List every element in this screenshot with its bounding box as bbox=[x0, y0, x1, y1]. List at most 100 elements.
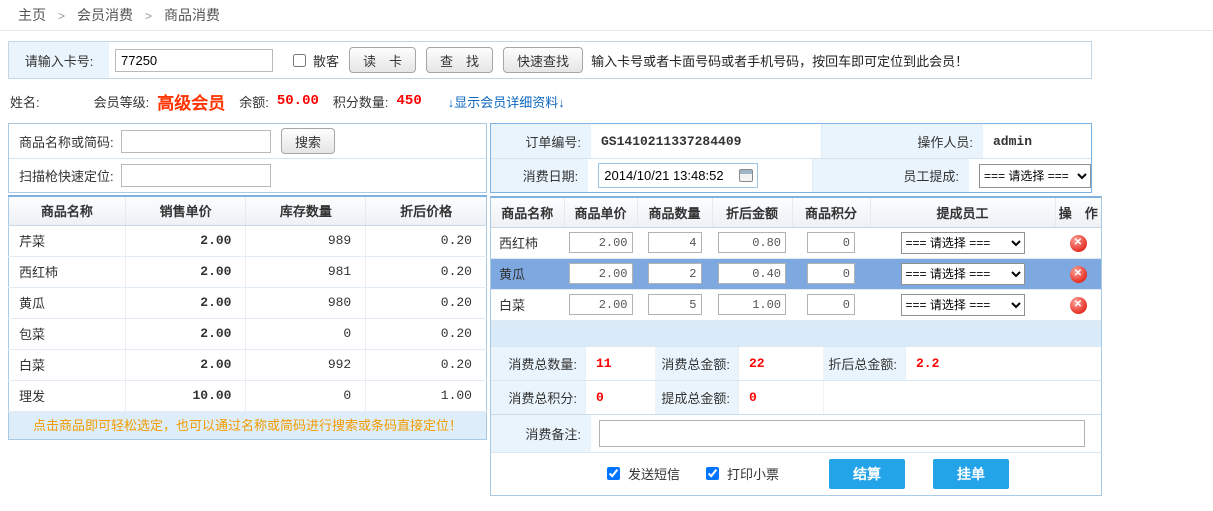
send-sms-checkbox[interactable] bbox=[607, 467, 620, 480]
product-table: 商品名称 销售单价 库存数量 折后价格 芹菜 2.00 989 0.20 西红柿… bbox=[8, 195, 487, 412]
breadcrumb-member-consume[interactable]: 会员消费 bbox=[77, 7, 133, 23]
operator-label: 操作人员: bbox=[821, 124, 983, 158]
item-points-input[interactable] bbox=[807, 263, 855, 284]
sale-price: 2.00 bbox=[125, 256, 246, 287]
col-product-name: 商品名称 bbox=[9, 196, 126, 225]
order-no-value: GS1410211337284409 bbox=[591, 134, 821, 149]
item-points-input[interactable] bbox=[807, 232, 855, 253]
product-row[interactable]: 理发 10.00 0 1.00 bbox=[9, 380, 487, 411]
points-label: 积分数量: bbox=[333, 92, 389, 111]
order-item-row-selected: 黄瓜 === 请选择 === ✕ bbox=[491, 258, 1101, 289]
calendar-icon[interactable] bbox=[739, 169, 753, 182]
points-value: 450 bbox=[397, 93, 422, 109]
send-sms-label: 发送短信 bbox=[628, 464, 680, 483]
breadcrumb-home[interactable]: 主页 bbox=[18, 7, 46, 23]
summary-row-2: 消费总积分: 0 提成总金额: 0 bbox=[491, 380, 1101, 414]
product-hint-note: 点击商品即可轻松选定，也可以通过名称或简码进行搜索或条码直接定位！ bbox=[8, 412, 487, 440]
discount-price: 0.20 bbox=[366, 349, 487, 380]
item-employee-select[interactable]: === 请选择 === bbox=[901, 263, 1025, 285]
consume-date-label: 消费日期: bbox=[491, 159, 588, 192]
delete-item-icon[interactable]: ✕ bbox=[1070, 297, 1087, 314]
breadcrumb-separator: > bbox=[58, 9, 65, 23]
sale-price: 2.00 bbox=[125, 287, 246, 318]
search-button[interactable]: 搜索 bbox=[281, 128, 335, 154]
barcode-scan-label: 扫描枪快速定位: bbox=[9, 166, 121, 185]
discount-price: 1.00 bbox=[366, 380, 487, 411]
item-employee-select[interactable]: === 请选择 === bbox=[901, 232, 1025, 254]
product-search-input[interactable] bbox=[121, 130, 271, 153]
product-row[interactable]: 包菜 2.00 0 0.20 bbox=[9, 318, 487, 349]
item-amount-input[interactable] bbox=[718, 294, 786, 315]
product-row[interactable]: 白菜 2.00 992 0.20 bbox=[9, 349, 487, 380]
print-receipt-checkbox[interactable] bbox=[706, 467, 719, 480]
member-level-value: 高级会员 bbox=[157, 89, 225, 114]
remark-row: 消费备注: bbox=[491, 414, 1101, 452]
total-qty-label: 消费总数量: bbox=[491, 347, 586, 380]
stock-qty: 0 bbox=[246, 318, 366, 349]
item-points-input[interactable] bbox=[807, 294, 855, 315]
stock-qty: 989 bbox=[246, 225, 366, 256]
delete-item-icon[interactable]: ✕ bbox=[1070, 266, 1087, 283]
employee-commission-select[interactable]: === 请选择 === bbox=[979, 164, 1091, 188]
guest-checkbox[interactable] bbox=[293, 54, 306, 67]
col-item-points: 商品积分 bbox=[792, 198, 870, 227]
col-item-name: 商品名称 bbox=[491, 198, 564, 227]
discount-price: 0.20 bbox=[366, 287, 487, 318]
product-name: 黄瓜 bbox=[9, 287, 126, 318]
commission-total-label: 提成总金额: bbox=[656, 381, 739, 414]
order-items-box: 商品名称 商品单价 商品数量 折后金额 商品积分 提成员工 操 作 西红柿 bbox=[490, 196, 1102, 496]
sale-price: 2.00 bbox=[125, 318, 246, 349]
remark-label: 消费备注: bbox=[491, 415, 591, 452]
sale-price: 10.00 bbox=[125, 380, 246, 411]
read-card-button[interactable]: 读 卡 bbox=[349, 47, 416, 73]
employee-commission-label: 员工提成: bbox=[812, 159, 969, 192]
sale-price: 2.00 bbox=[125, 225, 246, 256]
discount-price: 0.20 bbox=[366, 318, 487, 349]
item-amount-input[interactable] bbox=[718, 263, 786, 284]
breadcrumb: 主页>会员消费>商品消费 bbox=[0, 0, 1213, 31]
hold-order-button[interactable]: 挂单 bbox=[933, 459, 1009, 489]
find-button[interactable]: 查 找 bbox=[426, 47, 493, 73]
item-employee-select[interactable]: === 请选择 === bbox=[901, 294, 1025, 316]
item-qty-input[interactable] bbox=[648, 263, 702, 284]
item-qty-input[interactable] bbox=[648, 232, 702, 253]
order-items-header: 商品名称 商品单价 商品数量 折后金额 商品积分 提成员工 操 作 bbox=[491, 198, 1101, 227]
discount-total-label: 折后总金额: bbox=[824, 347, 906, 380]
remark-input[interactable] bbox=[599, 420, 1085, 447]
col-sale-price: 销售单价 bbox=[125, 196, 246, 225]
col-item-qty: 商品数量 bbox=[637, 198, 712, 227]
order-item-row: 西红柿 === 请选择 === ✕ bbox=[491, 227, 1101, 258]
show-member-detail-link[interactable]: ↓显示会员详细资料↓ bbox=[448, 92, 565, 111]
item-price-input[interactable] bbox=[569, 263, 633, 284]
card-number-label: 请输入卡号: bbox=[9, 42, 109, 78]
total-amount-value: 22 bbox=[739, 347, 824, 380]
item-price-input[interactable] bbox=[569, 294, 633, 315]
order-items-table: 商品名称 商品单价 商品数量 折后金额 商品积分 提成员工 操 作 西红柿 bbox=[491, 198, 1101, 321]
barcode-scan-input[interactable] bbox=[121, 164, 271, 187]
discount-price: 0.20 bbox=[366, 256, 487, 287]
product-row[interactable]: 芹菜 2.00 989 0.20 bbox=[9, 225, 487, 256]
delete-item-icon[interactable]: ✕ bbox=[1070, 235, 1087, 252]
consume-date-input[interactable] bbox=[598, 163, 758, 188]
card-search-hint: 输入卡号或者卡面号码或者手机号码，按回车即可定位到此会员！ bbox=[591, 51, 968, 70]
empty-items-area bbox=[491, 321, 1101, 346]
item-name: 西红柿 bbox=[491, 227, 564, 258]
col-discount-price: 折后价格 bbox=[366, 196, 487, 225]
card-number-input[interactable] bbox=[115, 49, 273, 72]
product-search-box: 商品名称或简码: 搜索 扫描枪快速定位: bbox=[8, 123, 487, 193]
item-amount-input[interactable] bbox=[718, 232, 786, 253]
settle-button[interactable]: 结算 bbox=[829, 459, 905, 489]
order-panel: 订单编号: GS1410211337284409 操作人员: admin 消费日… bbox=[490, 123, 1104, 496]
quick-find-button[interactable]: 快速查找 bbox=[503, 47, 583, 73]
item-price-input[interactable] bbox=[569, 232, 633, 253]
product-row[interactable]: 西红柿 2.00 981 0.20 bbox=[9, 256, 487, 287]
total-qty-value: 11 bbox=[586, 347, 656, 380]
item-qty-input[interactable] bbox=[648, 294, 702, 315]
total-points-label: 消费总积分: bbox=[491, 381, 586, 414]
balance-value: 50.00 bbox=[277, 93, 319, 109]
member-info-bar: 姓名: 会员等级: 高级会员 余额: 50.00 积分数量: 450 ↓显示会员… bbox=[10, 88, 1213, 114]
product-row[interactable]: 黄瓜 2.00 980 0.20 bbox=[9, 287, 487, 318]
col-actions: 操 作 bbox=[1055, 198, 1101, 227]
commission-total-value: 0 bbox=[739, 381, 824, 414]
balance-label: 余额: bbox=[239, 92, 269, 111]
